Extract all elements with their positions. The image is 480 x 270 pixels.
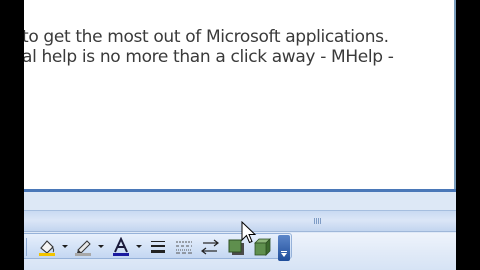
splitter-grip-icon[interactable]	[314, 218, 322, 224]
letterbox-left	[0, 0, 24, 270]
line-color-dropdown[interactable]	[98, 245, 104, 248]
toolbar-separator	[26, 238, 27, 256]
chevron-down-icon	[281, 253, 287, 257]
font-color-button[interactable]	[110, 237, 132, 257]
document-area[interactable]: to get the most out of Microsoft applica…	[24, 0, 456, 192]
font-color-dropdown[interactable]	[136, 245, 142, 248]
document-text-line: to get the most out of Microsoft applica…	[24, 27, 389, 47]
letterbox-right	[456, 0, 480, 270]
arrow-style-button[interactable]	[200, 237, 220, 257]
horizontal-splitter-bar[interactable]	[24, 210, 456, 232]
word-window: to get the most out of Microsoft applica…	[24, 0, 456, 270]
pane-background	[24, 192, 456, 210]
toolbar-options-button[interactable]	[278, 235, 290, 261]
arrow-style-icon	[201, 239, 219, 255]
line-color-icon	[75, 240, 91, 256]
dash-style-icon	[176, 241, 192, 254]
dash-style-button[interactable]	[174, 237, 194, 257]
line-color-button[interactable]	[72, 237, 94, 257]
font-color-icon	[113, 237, 129, 256]
line-style-icon	[151, 241, 165, 253]
document-text-line: al help is no more than a click away - M…	[24, 47, 394, 67]
line-style-button[interactable]	[148, 237, 168, 257]
fill-color-button[interactable]	[36, 237, 58, 257]
fill-color-dropdown[interactable]	[62, 245, 68, 248]
drawing-toolbar	[24, 233, 456, 270]
mouse-pointer-icon	[241, 221, 257, 244]
toolbar-options-icon	[281, 251, 287, 252]
fill-color-icon	[39, 240, 55, 256]
